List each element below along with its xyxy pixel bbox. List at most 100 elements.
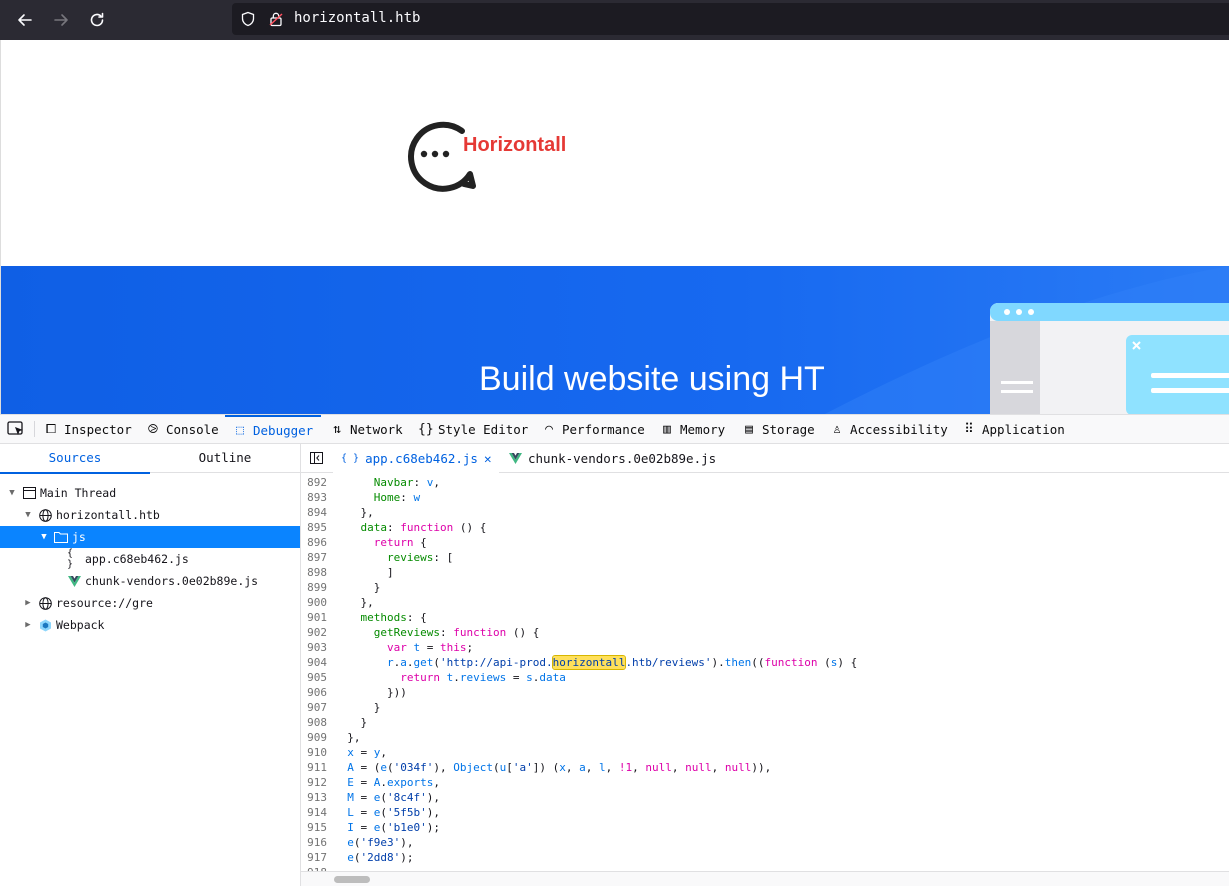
code-line: 915 I = e('b1e0'); [301, 820, 1229, 835]
line-number[interactable]: 905 [301, 670, 327, 685]
code-view[interactable]: 892 Navbar: v, 893 Home: w 894 }, 895 data:… [301, 473, 1229, 871]
line-number[interactable]: 902 [301, 625, 327, 640]
inspector-icon: ⧠ [45, 421, 57, 437]
tab-style-editor[interactable]: {} Style Editor [418, 415, 528, 443]
tab-outline[interactable]: Outline [150, 444, 300, 473]
code-line: 899 } [301, 580, 1229, 595]
code-text: x = y, [347, 746, 387, 759]
accessibility-icon: ♙ [833, 421, 841, 437]
close-tab-icon[interactable]: ✕ [484, 451, 492, 466]
back-button[interactable] [11, 6, 39, 34]
line-number[interactable]: 903 [301, 640, 327, 655]
code-text: methods: { [360, 611, 427, 624]
line-number[interactable]: 908 [301, 715, 327, 730]
code-text: getReviews: function () { [373, 626, 540, 639]
horizontal-scrollbar[interactable] [301, 871, 1229, 886]
code-text: var t = this; [386, 641, 474, 654]
tree-item-resource-gre[interactable]: ▶ resource://gre [0, 592, 300, 614]
code-line: 910 x = y, [301, 745, 1229, 760]
tab-console[interactable]: ⧁ Console [146, 415, 219, 443]
code-line: 903 var t = this; [301, 640, 1229, 655]
line-number[interactable]: 909 [301, 730, 327, 745]
line-number[interactable]: 916 [301, 835, 327, 850]
tab-label: Performance [562, 421, 645, 437]
line-number[interactable]: 901 [301, 610, 327, 625]
tab-network[interactable]: ⇅ Network [330, 415, 403, 443]
line-number[interactable]: 911 [301, 760, 327, 775]
line-number[interactable]: 907 [301, 700, 327, 715]
tree-item-main-thread[interactable]: ▼ Main Thread [0, 482, 300, 504]
tab-inspector[interactable]: ⧠ Inspector [44, 415, 132, 443]
shield-icon[interactable] [240, 11, 256, 27]
code-text: L = e('5f5b'), [347, 806, 440, 819]
line-number[interactable]: 898 [301, 565, 327, 580]
tab-performance[interactable]: ◠ Performance [542, 415, 645, 443]
code-text: } [334, 701, 381, 714]
code-line: 892 Navbar: v, [301, 475, 1229, 490]
line-number[interactable]: 895 [301, 520, 327, 535]
line-number[interactable]: 900 [301, 595, 327, 610]
code-line: 909 }, [301, 730, 1229, 745]
line-number[interactable]: 910 [301, 745, 327, 760]
url-text[interactable]: horizontall.htb [294, 10, 420, 26]
forward-button[interactable] [47, 6, 75, 34]
line-number[interactable]: 904 [301, 655, 327, 670]
code-text: reviews: [ [386, 551, 454, 564]
tab-sources[interactable]: Sources [0, 444, 150, 474]
code-text: ] [334, 566, 394, 579]
line-number[interactable]: 896 [301, 535, 327, 550]
tree-item-app-js[interactable]: { } app.c68eb462.js [0, 548, 300, 570]
editor-tab-app-js[interactable]: { } app.c68eb462.js ✕ [333, 444, 500, 473]
search-match-highlight: horizontall [551, 655, 627, 670]
expand-arrow-icon[interactable]: ▼ [23, 510, 33, 520]
console-icon: ⧁ [147, 421, 159, 437]
line-number[interactable]: 914 [301, 805, 327, 820]
line-number[interactable]: 912 [301, 775, 327, 790]
tab-memory[interactable]: ▥ Memory [660, 415, 725, 443]
line-number[interactable]: 913 [301, 790, 327, 805]
braces-icon: {} [418, 421, 434, 437]
code-line: 893 Home: w [301, 490, 1229, 505]
code-line: 894 }, [301, 505, 1229, 520]
insecure-lock-icon[interactable] [268, 11, 284, 27]
code-text: }, [334, 506, 374, 519]
collapsed-arrow-icon[interactable]: ▶ [23, 598, 33, 608]
code-text: })) [334, 686, 407, 699]
line-number[interactable]: 897 [301, 550, 327, 565]
expand-arrow-icon[interactable]: ▼ [39, 532, 49, 542]
tab-accessibility[interactable]: ♙ Accessibility [830, 415, 948, 443]
element-picker-icon[interactable] [7, 421, 25, 437]
line-number[interactable]: 915 [301, 820, 327, 835]
toggle-sidebar-icon[interactable] [310, 452, 323, 464]
collapsed-arrow-icon[interactable]: ▶ [23, 620, 33, 630]
tree-item-webpack[interactable]: ▶ Webpack [0, 614, 300, 636]
expand-arrow-icon[interactable]: ▼ [7, 488, 17, 498]
code-line: 906 })) [301, 685, 1229, 700]
url-bar[interactable]: horizontall.htb [232, 3, 1229, 35]
line-number[interactable]: 917 [301, 850, 327, 865]
code-line: 902 getReviews: function () { [301, 625, 1229, 640]
line-number[interactable]: 893 [301, 490, 327, 505]
code-line: 911 A = (e('034f'), Object(u['a']) (x, a… [301, 760, 1229, 775]
logo-text[interactable]: Horizontall [463, 134, 566, 157]
line-number[interactable]: 899 [301, 580, 327, 595]
browser-toolbar: horizontall.htb [0, 0, 1229, 40]
vue-icon [509, 453, 522, 464]
tab-application[interactable]: ⠿ Application [962, 415, 1065, 443]
tab-storage[interactable]: ▤ Storage [742, 415, 815, 443]
editor-tab-chunk-vendors[interactable]: chunk-vendors.0e02b89e.js [501, 444, 724, 473]
scrollbar-thumb[interactable] [334, 876, 370, 883]
code-line: 897 reviews: [ [301, 550, 1229, 565]
code-text: } [334, 716, 368, 729]
code-line: 912 E = A.exports, [301, 775, 1229, 790]
tab-debugger[interactable]: ⬚ Debugger [225, 415, 322, 444]
code-line: 900 }, [301, 595, 1229, 610]
tree-item-horizontall-htb[interactable]: ▼ horizontall.htb [0, 504, 300, 526]
tree-item-chunk-vendors-js[interactable]: chunk-vendors.0e02b89e.js [0, 570, 300, 592]
reload-button[interactable] [83, 6, 111, 34]
line-number[interactable]: 892 [301, 475, 327, 490]
line-number[interactable]: 894 [301, 505, 327, 520]
line-number[interactable]: 906 [301, 685, 327, 700]
tree-item-js-folder[interactable]: ▼ js [0, 526, 300, 548]
window-icon [22, 486, 36, 500]
